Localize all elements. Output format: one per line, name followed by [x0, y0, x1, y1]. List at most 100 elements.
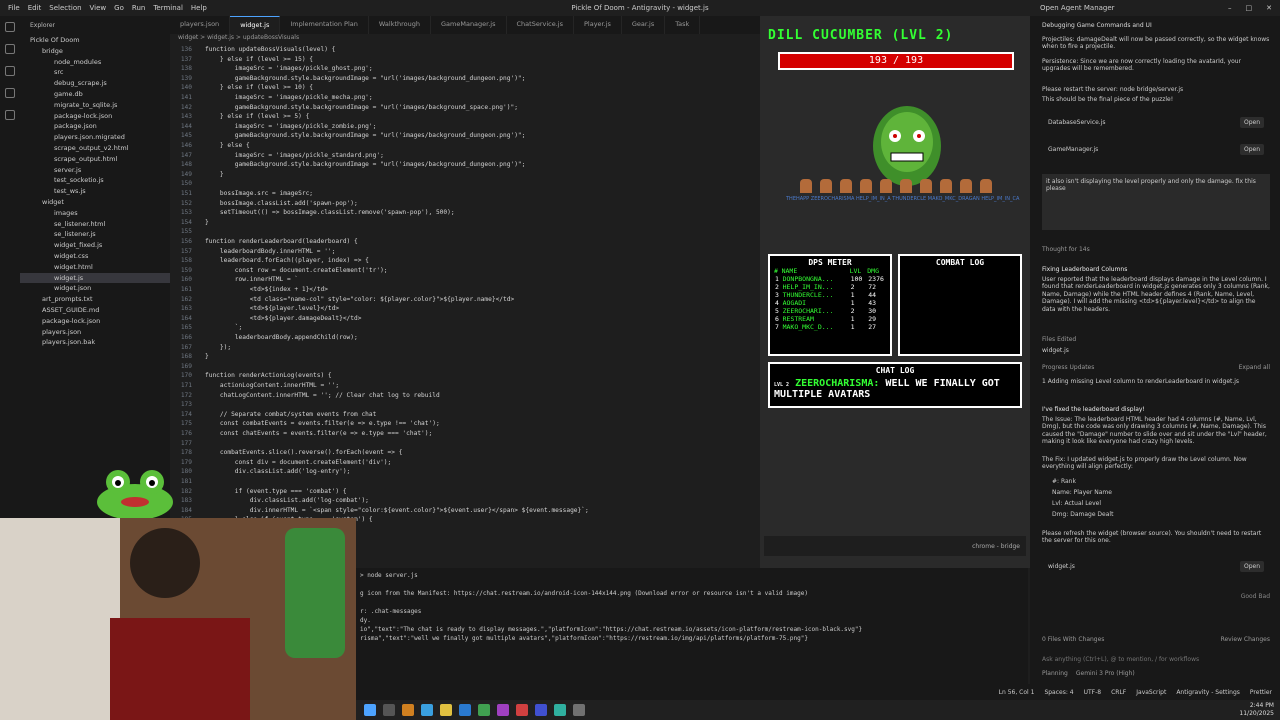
code-line[interactable]: } [205, 171, 224, 178]
code-line[interactable]: actionLogContent.innerHTML = ''; [205, 382, 339, 389]
expand-all-button[interactable]: Expand all [1239, 364, 1270, 371]
file-tree-item[interactable]: widget.html [20, 262, 170, 273]
menu-go[interactable]: Go [114, 4, 124, 12]
app-icon[interactable] [383, 704, 395, 716]
code-line[interactable]: gameBackground.style.backgroundImage = "… [205, 104, 518, 111]
file-tree-item[interactable]: package-lock.json [20, 111, 170, 122]
code-line[interactable]: } else if (level >= 15) { [205, 56, 313, 63]
editor-tab[interactable]: Walkthrough [369, 16, 431, 34]
terminal-panel[interactable]: > node server.js g icon from the Manifest… [356, 568, 1028, 700]
code-line[interactable]: chatLogContent.innerHTML = ''; // Clear … [205, 392, 440, 399]
code-line[interactable]: function updateBossVisuals(level) { [205, 46, 335, 53]
explorer-icon[interactable] [5, 22, 15, 32]
app-icon[interactable] [459, 704, 471, 716]
code-line[interactable]: <td class="name-col" style="color: ${pla… [205, 296, 515, 303]
file-card-widget[interactable]: widget.js Open [1042, 558, 1270, 574]
model-select[interactable]: Gemini 3 Pro (High) [1076, 670, 1135, 677]
app-icon[interactable] [497, 704, 509, 716]
editor-tab[interactable]: Implementation Plan [280, 16, 369, 34]
close-icon[interactable]: ✕ [1266, 4, 1272, 12]
code-line[interactable]: <td>${player.damageDealt}</td> [205, 315, 362, 322]
edited-file[interactable]: widget.js [1042, 347, 1270, 354]
app-icon[interactable] [573, 704, 585, 716]
editor-tab[interactable]: GameManager.js [431, 16, 507, 34]
run-debug-icon[interactable] [5, 88, 15, 98]
app-icon[interactable] [535, 704, 547, 716]
file-tree-item[interactable]: widget.json [20, 283, 170, 294]
file-tree-item[interactable]: widget.css [20, 251, 170, 262]
app-icon[interactable] [402, 704, 414, 716]
code-line[interactable]: <td>${index + 1}</td> [205, 286, 328, 293]
file-tree-item[interactable]: game.db [20, 89, 170, 100]
file-tree-item[interactable]: server.js [20, 165, 170, 176]
mode-select[interactable]: Planning [1042, 670, 1068, 677]
status-item[interactable]: Antigravity - Settings [1176, 689, 1240, 696]
minimize-icon[interactable]: – [1228, 4, 1232, 12]
menu-view[interactable]: View [90, 4, 107, 12]
file-tree-item[interactable]: widget_fixed.js [20, 240, 170, 251]
status-item[interactable]: CRLF [1111, 689, 1126, 696]
code-line[interactable]: `; [205, 324, 242, 331]
code-line[interactable]: }); [205, 344, 231, 351]
open-button[interactable]: Open [1239, 116, 1264, 128]
code-line[interactable]: gameBackground.style.backgroundImage = "… [205, 161, 526, 168]
agent-chat-input[interactable] [1042, 652, 1270, 666]
app-icon[interactable] [516, 704, 528, 716]
start-icon[interactable] [364, 704, 376, 716]
file-tree-item[interactable]: bridge [20, 46, 170, 57]
menu-run[interactable]: Run [132, 4, 145, 12]
code-line[interactable]: setTimeout(() => bossImage.classList.rem… [205, 209, 455, 216]
editor-tab[interactable]: Task [665, 16, 701, 34]
code-line[interactable]: } else { [205, 142, 250, 149]
status-item[interactable]: UTF-8 [1084, 689, 1102, 696]
code-line[interactable]: bossImage.src = imageSrc; [205, 190, 313, 197]
status-item[interactable]: Spaces: 4 [1044, 689, 1073, 696]
file-tree-item[interactable]: ASSET_GUIDE.md [20, 305, 170, 316]
editor-tab[interactable]: Player.js [574, 16, 622, 34]
menu-help[interactable]: Help [191, 4, 207, 12]
file-tree-item[interactable]: migrate_to_sqlite.js [20, 100, 170, 111]
code-line[interactable]: combatEvents.slice().reverse().forEach(e… [205, 449, 403, 456]
code-line[interactable]: <td>${player.level}</td> [205, 305, 339, 312]
search-icon[interactable] [5, 44, 15, 54]
code-line[interactable]: div.classList.add('log-combat'); [205, 497, 369, 504]
code-line[interactable]: const combatEvents = events.filter(e => … [205, 420, 440, 427]
code-line[interactable]: leaderboardBody.innerHTML = ''; [205, 248, 336, 255]
file-tree-item[interactable]: test_socketio.js [20, 175, 170, 186]
file-card-databaseservice[interactable]: DatabaseService.js Open [1042, 114, 1270, 130]
feedback-buttons[interactable]: Good Bad [1042, 593, 1270, 600]
open-button[interactable]: Open [1239, 143, 1264, 155]
code-line[interactable]: imageSrc = 'images/pickle_ghost.png'; [205, 65, 373, 72]
code-line[interactable]: if (event.type === 'combat') { [205, 488, 347, 495]
extensions-icon[interactable] [5, 110, 15, 120]
file-tree-item[interactable]: package-lock.json [20, 316, 170, 327]
status-item[interactable]: Ln 56, Col 1 [999, 689, 1035, 696]
app-icon[interactable] [478, 704, 490, 716]
code-line[interactable]: const row = document.createElement('tr')… [205, 267, 388, 274]
source-control-icon[interactable] [5, 66, 15, 76]
file-tree-item[interactable]: test_ws.js [20, 186, 170, 197]
file-tree-item[interactable]: package.json [20, 121, 170, 132]
code-line[interactable]: gameBackground.style.backgroundImage = "… [205, 132, 526, 139]
file-card-gamemanager[interactable]: GameManager.js Open [1042, 141, 1270, 157]
code-line[interactable]: imageSrc = 'images/pickle_zombie.png'; [205, 123, 377, 130]
code-line[interactable]: } [205, 219, 209, 226]
open-agent-manager-button[interactable]: Open Agent Manager [1040, 4, 1115, 12]
code-line[interactable]: leaderboard.forEach((player, index) => { [205, 257, 369, 264]
code-line[interactable]: row.innerHTML = ` [205, 276, 298, 283]
file-tree-item[interactable]: players.json.migrated [20, 132, 170, 143]
menu-edit[interactable]: Edit [28, 4, 42, 12]
code-line[interactable]: function renderLeaderboard(leaderboard) … [205, 238, 358, 245]
file-tree-item[interactable]: src [20, 67, 170, 78]
code-line[interactable]: imageSrc = 'images/pickle_mecha.png'; [205, 94, 373, 101]
file-tree-item[interactable]: se_listener.html [20, 219, 170, 230]
menu-file[interactable]: File [8, 4, 20, 12]
code-line[interactable]: } else if (level >= 10) { [205, 84, 313, 91]
file-tree-item[interactable]: widget.js [20, 272, 170, 284]
maximize-icon[interactable]: □ [1246, 4, 1253, 12]
menu-terminal[interactable]: Terminal [153, 4, 183, 12]
file-tree-item[interactable]: scrape_output_v2.html [20, 143, 170, 154]
file-tree-item[interactable]: debug_scrape.js [20, 78, 170, 89]
thought-toggle[interactable]: Thought for 14s [1042, 246, 1270, 253]
code-line[interactable]: div.innerHTML = `<span style="color:${ev… [205, 507, 589, 514]
